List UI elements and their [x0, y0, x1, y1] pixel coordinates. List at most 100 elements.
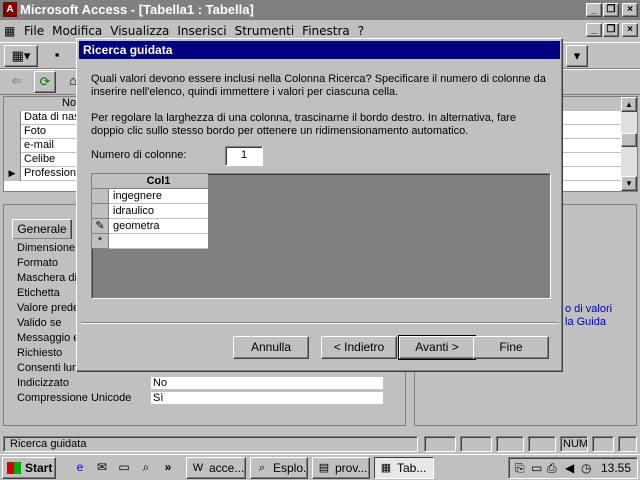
prop-label: Consenti lun	[17, 362, 79, 374]
ie-icon[interactable]: e	[72, 459, 88, 475]
start-button[interactable]: Start	[2, 457, 56, 479]
back-arrow-icon[interactable]: ⇐	[6, 71, 28, 93]
table-row[interactable]: idraulico	[92, 204, 208, 219]
cell-value[interactable]: geometra	[113, 219, 159, 233]
dialog-title: Ricerca guidata	[79, 41, 560, 59]
prop-label: Valido se	[17, 317, 62, 329]
prop-label: Formato	[17, 257, 58, 269]
menu-modifica[interactable]: Modifica	[52, 24, 102, 38]
status-panel	[496, 436, 524, 452]
minimize-button[interactable]: _	[586, 3, 602, 17]
doc-restore-button[interactable]: ❐	[603, 23, 619, 37]
values-table: Col1 ingegnere idraulico ✎ geometra *	[92, 174, 208, 249]
cell-value[interactable]: ingegnere	[113, 189, 162, 203]
unicode-compression-field[interactable]: Sì	[150, 391, 384, 405]
next-button[interactable]: Avanti >	[398, 335, 476, 360]
printer-icon[interactable]: ⎙	[547, 461, 557, 476]
taskbar: Start e ✉ ▭ ⌕ » Wacce... ⌕ Esplo... ▤ prov…	[0, 454, 640, 480]
toolbar-dropdown-arrow[interactable]: ▾	[566, 45, 588, 67]
row-selector[interactable]	[92, 204, 109, 219]
table-row[interactable]: ✎ geometra	[92, 219, 208, 234]
view-dropdown-button[interactable]: ▦▾	[4, 45, 38, 67]
taskbar-task[interactable]: Wacce...	[186, 457, 246, 479]
scroll-up-icon[interactable]: ▲	[621, 97, 637, 112]
menu-inserisci[interactable]: Inserisci	[177, 24, 226, 38]
status-panel	[460, 436, 492, 452]
menu-finestra[interactable]: Finestra	[302, 24, 350, 38]
status-panel	[592, 436, 614, 452]
taskbar-task[interactable]: ▤ prov...	[312, 457, 370, 479]
prop-label: Compressione Unicode	[17, 392, 132, 404]
status-panel	[424, 436, 456, 452]
menu-visualizza[interactable]: Visualizza	[110, 24, 169, 38]
app-title: Microsoft Access - [Tabella1 : Tabella]	[20, 2, 254, 17]
network-icon[interactable]: ⎘	[515, 461, 525, 476]
indicizzato-field[interactable]: No	[150, 376, 384, 390]
clock[interactable]: 13.55	[601, 461, 631, 475]
column-header-name[interactable]: No	[62, 97, 76, 110]
dialog-separator	[81, 322, 558, 324]
clock-icon[interactable]: ◷	[581, 461, 591, 475]
outlook-icon[interactable]: ✉	[94, 459, 110, 475]
status-panel	[618, 436, 637, 452]
dialog-instructions: Quali valori devono essere inclusi nella…	[91, 73, 546, 98]
status-panel	[528, 436, 556, 452]
new-record-icon[interactable]: *	[92, 234, 109, 249]
task-label: acce...	[209, 461, 245, 475]
status-bar: Ricerca guidata NUM	[0, 434, 640, 454]
prop-label: Messaggio e	[17, 332, 80, 344]
cancel-button[interactable]: Annulla	[233, 336, 309, 359]
back-button[interactable]: < Indietro	[321, 336, 397, 359]
save-icon[interactable]: ▪	[46, 45, 68, 67]
prop-label: Indicizzato	[17, 377, 69, 389]
pencil-icon[interactable]: ✎	[92, 219, 109, 234]
doc-minimize-button[interactable]: _	[586, 23, 602, 37]
start-label: Start	[25, 461, 53, 475]
search-icon[interactable]: ⌕	[138, 459, 154, 475]
menu-strumenti[interactable]: Strumenti	[235, 24, 295, 38]
explorer-icon: ⌕	[258, 462, 266, 474]
column-header[interactable]: Col1	[92, 174, 208, 189]
restore-button[interactable]: ❐	[603, 3, 619, 17]
field-name: Celibe	[24, 153, 56, 165]
menu-file[interactable]: File	[24, 24, 44, 38]
column-count-input[interactable]: 1	[225, 146, 263, 166]
vertical-scrollbar[interactable]: ▲ ▼	[621, 97, 637, 191]
table-row[interactable]: ingegnere	[92, 189, 208, 204]
task-label: prov...	[335, 461, 368, 475]
task-label: Esplo...	[273, 461, 307, 475]
refresh-icon[interactable]: ⟳	[34, 71, 56, 93]
word-doc-icon: W	[192, 462, 204, 474]
help-text-line: o di valori	[565, 303, 613, 315]
row-selector[interactable]	[92, 189, 109, 204]
cell-value[interactable]: idraulico	[113, 204, 154, 218]
finish-button[interactable]: Fine	[473, 336, 549, 359]
status-text: Ricerca guidata	[3, 436, 418, 452]
num-indicator: NUM	[560, 436, 588, 452]
help-text: o di valori la Guida	[565, 303, 635, 329]
prop-label: Valore prede	[17, 302, 80, 314]
dialog-hint: Per regolare la larghezza di una colonna…	[91, 112, 516, 137]
monitor-icon[interactable]: ▭	[531, 461, 542, 475]
tab-generale[interactable]: Generale	[12, 219, 72, 239]
lookup-wizard-dialog: Ricerca guidata Quali valori devono esse…	[76, 38, 563, 372]
prop-label: Richiesto	[17, 347, 63, 359]
values-grid: Col1 ingegnere idraulico ✎ geometra *	[91, 173, 551, 299]
prop-label: Maschera di	[17, 272, 77, 284]
scroll-thumb[interactable]	[621, 133, 637, 147]
field-name: Foto	[24, 125, 47, 137]
taskbar-task[interactable]: ⌕ Esplo...	[250, 457, 308, 479]
menu-help[interactable]: ?	[358, 24, 364, 38]
prop-label: Etichetta	[17, 287, 60, 299]
close-button[interactable]: ×	[622, 3, 638, 17]
scroll-down-icon[interactable]: ▼	[621, 176, 637, 191]
desktop-icon[interactable]: ▭	[116, 459, 132, 475]
access-app-icon[interactable]: A	[3, 2, 17, 17]
taskbar-task-active[interactable]: ▦ Tab...	[374, 457, 434, 479]
table-doc-icon[interactable]: ▦	[4, 24, 18, 38]
more-chevron-icon[interactable]: »	[160, 459, 176, 475]
field-name: e-mail	[24, 139, 54, 151]
new-row[interactable]: *	[92, 234, 208, 249]
doc-close-button[interactable]: ×	[622, 23, 638, 37]
volume-icon[interactable]: ◀	[565, 461, 574, 475]
